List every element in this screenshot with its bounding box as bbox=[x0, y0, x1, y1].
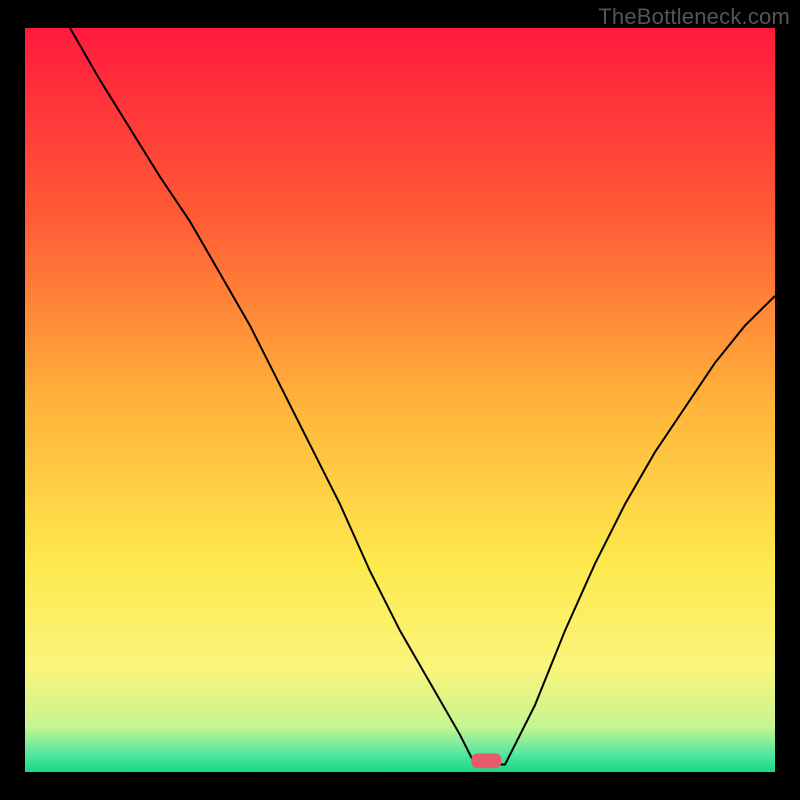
optimal-marker bbox=[471, 753, 501, 768]
chart-svg bbox=[25, 28, 775, 772]
chart-frame: TheBottleneck.com bbox=[0, 0, 800, 800]
plot-area bbox=[25, 28, 775, 772]
watermark-text: TheBottleneck.com bbox=[598, 4, 790, 30]
